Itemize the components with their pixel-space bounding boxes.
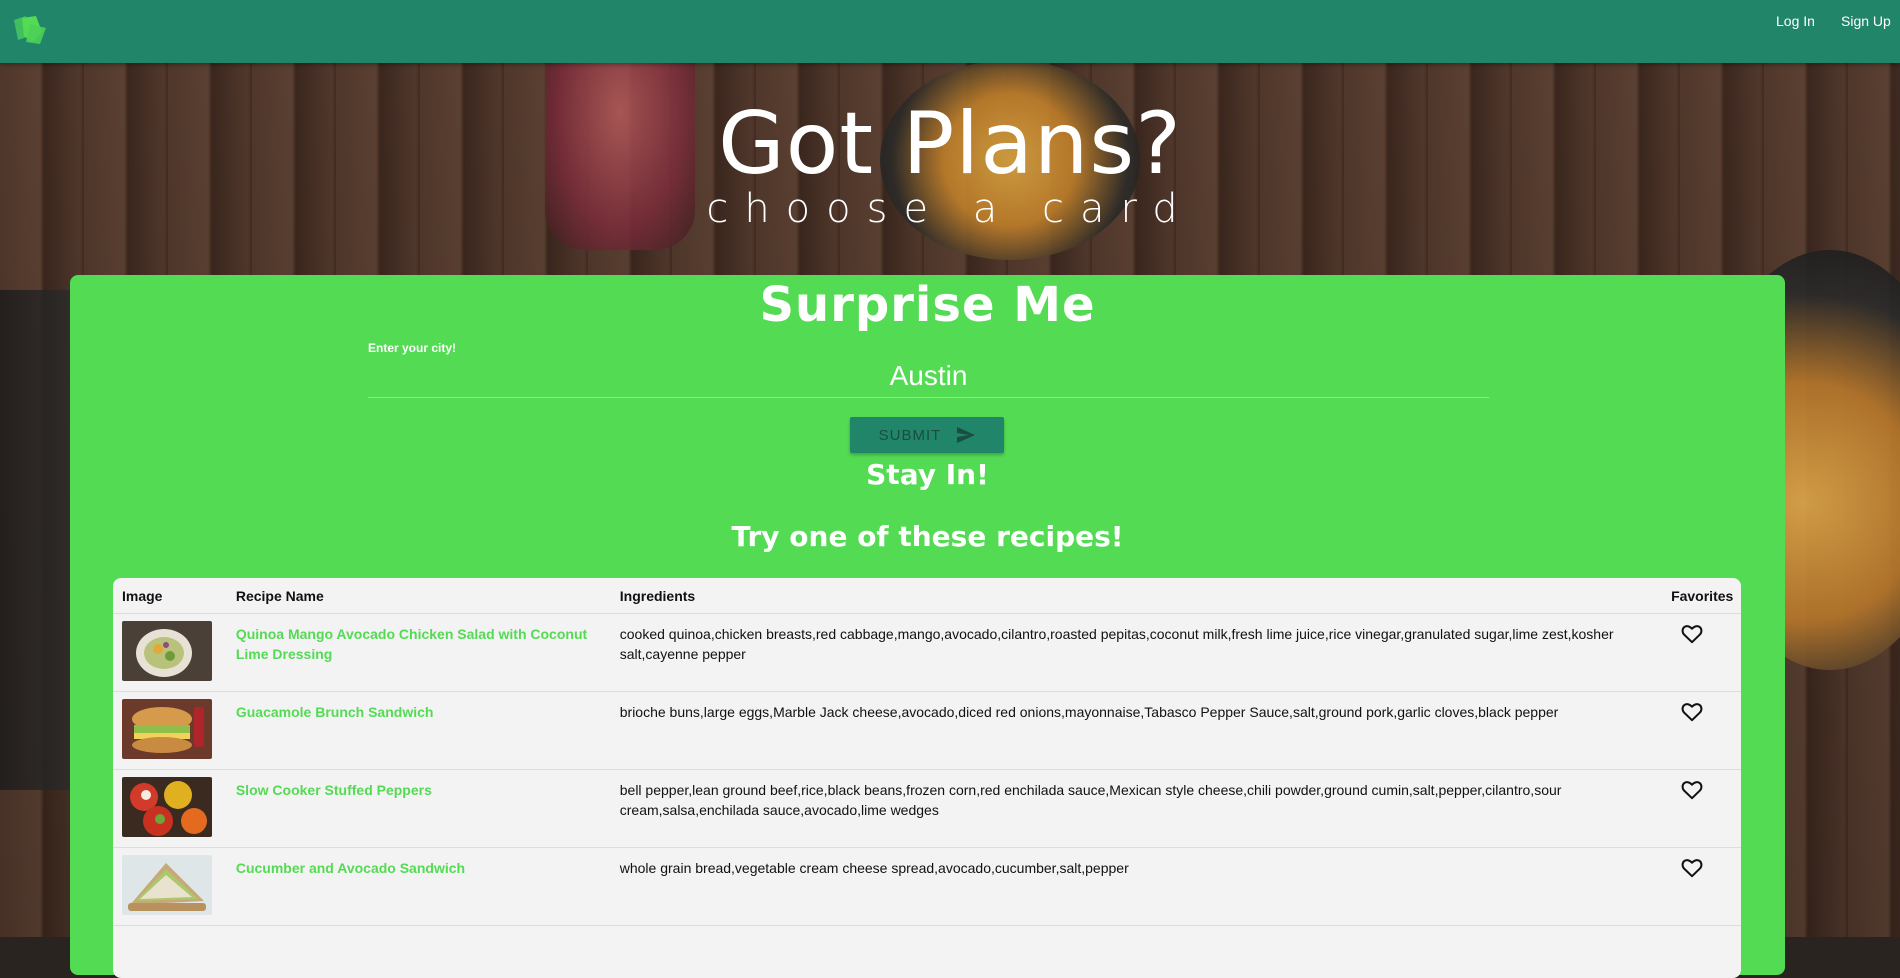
recipe-image[interactable] (122, 855, 212, 915)
recipe-name-link[interactable]: Cucumber and Avocado Sandwich (236, 860, 465, 876)
recipe-ingredients: brioche buns,large eggs,Marble Jack chee… (610, 691, 1663, 770)
hero-subtitle: choose a card (706, 186, 1194, 232)
recipe-name-link[interactable]: Quinoa Mango Avocado Chicken Salad with … (236, 626, 587, 662)
header-ingredients: Ingredients (610, 578, 1663, 614)
recipe-ingredients: cooked quinoa,chicken breasts,red cabbag… (610, 613, 1663, 692)
card-title: Surprise Me (759, 277, 1096, 333)
recipe-image[interactable] (122, 699, 212, 759)
signup-link[interactable]: Sign Up (1841, 13, 1891, 29)
recipe-image[interactable] (122, 777, 212, 837)
recipe-ingredients: bell pepper,lean ground beef,rice,black … (610, 769, 1663, 848)
recipes-heading: Try one of these recipes! (731, 520, 1124, 553)
send-icon (957, 427, 976, 443)
top-navbar: Log In Sign Up (0, 0, 1900, 63)
recipe-image[interactable] (122, 621, 212, 681)
submit-button[interactable]: SUBMIT (850, 417, 1004, 453)
surprise-me-card: Surprise Me Enter your city! SUBMIT Stay… (70, 275, 1785, 978)
heart-outline-icon[interactable] (1681, 702, 1703, 722)
stay-in-heading: Stay In! (866, 458, 989, 491)
person-arm (0, 290, 80, 790)
header-favorites: Favorites (1662, 578, 1741, 614)
heart-outline-icon[interactable] (1681, 858, 1703, 878)
login-link[interactable]: Log In (1776, 13, 1815, 29)
table-row: Slow Cooker Stuffed Peppers bell pepper,… (113, 769, 1741, 848)
submit-label: SUBMIT (878, 426, 942, 444)
header-image: Image (113, 578, 227, 614)
table-row: Quinoa Mango Avocado Chicken Salad with … (113, 613, 1741, 692)
recipe-name-link[interactable]: Guacamole Brunch Sandwich (236, 704, 434, 720)
table-row: Guacamole Brunch Sandwich brioche buns,l… (113, 691, 1741, 770)
recipes-table: Image Recipe Name Ingredients Favorites (113, 578, 1741, 978)
recipe-name-link[interactable]: Slow Cooker Stuffed Peppers (236, 782, 432, 798)
table-row: Cucumber and Avocado Sandwich whole grai… (113, 847, 1741, 926)
heart-outline-icon[interactable] (1681, 780, 1703, 800)
logo-icon[interactable] (12, 14, 50, 48)
city-input[interactable] (368, 355, 1489, 398)
heart-outline-icon[interactable] (1681, 624, 1703, 644)
city-label: Enter your city! (368, 341, 457, 355)
hero-title: Got Plans? (718, 94, 1182, 194)
table-header-row: Image Recipe Name Ingredients Favorites (113, 578, 1741, 614)
recipe-ingredients: whole grain bread,vegetable cream cheese… (610, 847, 1663, 926)
header-recipe-name: Recipe Name (226, 578, 611, 614)
